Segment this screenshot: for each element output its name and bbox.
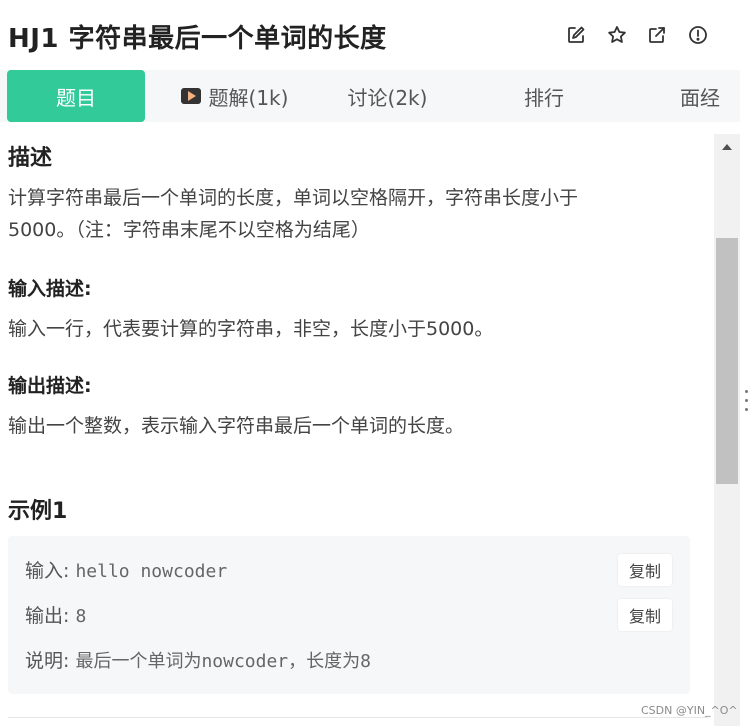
example-output-row: 输出: 8 — [25, 601, 86, 628]
problem-header: HJ1 字符串最后一个单词的长度 — [0, 0, 740, 70]
example-output-label: 输出: — [25, 605, 70, 627]
star-icon[interactable] — [606, 24, 628, 46]
video-icon — [180, 88, 201, 104]
example-explain-value: 最后一个单词为nowcoder，长度为8 — [75, 651, 371, 672]
panel-resize-handle[interactable] — [744, 390, 750, 416]
tab-interview[interactable]: 面经 — [668, 70, 732, 122]
tab-solutions[interactable]: 题解(1k) — [172, 70, 297, 122]
example-box: 输入: hello nowcoder 复制 输出: 8 复制 说明: 最后一个单… — [8, 536, 690, 694]
copy-output-button[interactable]: 复制 — [618, 599, 672, 631]
input-description-heading: 输入描述: — [8, 278, 92, 300]
external-link-icon[interactable] — [646, 24, 668, 46]
edit-icon[interactable] — [565, 24, 587, 46]
input-description-text: 输入一行，代表要计算的字符串，非空，长度小于5000。 — [8, 318, 494, 340]
description-heading: 描述 — [8, 146, 53, 171]
copy-input-button[interactable]: 复制 — [618, 554, 672, 586]
scroll-thumb[interactable] — [716, 238, 738, 484]
output-description-text: 输出一个整数，表示输入字符串最后一个单词的长度。 — [8, 415, 465, 437]
tab-discussion[interactable]: 讨论(2k) — [340, 70, 435, 122]
example-output-value: 8 — [75, 606, 87, 627]
watermark: CSDN @YIN_^O^ — [641, 704, 738, 717]
info-icon[interactable] — [687, 24, 709, 46]
tab-problem[interactable]: 题目 — [7, 70, 145, 122]
tab-solutions-label: 题解(1k) — [208, 85, 289, 110]
tab-ranking[interactable]: 排行 — [512, 70, 576, 122]
output-description-heading: 输出描述: — [8, 375, 92, 397]
example-heading: 示例1 — [8, 499, 68, 524]
description-line-2: 5000。（注：字符串末尾不以空格为结尾） — [8, 219, 370, 241]
tab-bar: 题目 题解(1k) 讨论(2k) 排行 面经 — [0, 70, 740, 122]
description-line-1: 计算字符串最后一个单词的长度，单词以空格隔开，字符串长度小于 — [8, 187, 579, 209]
example-explain-label: 说明: — [25, 650, 70, 672]
example-explain-row: 说明: 最后一个单词为nowcoder，长度为8 — [25, 646, 371, 673]
page-title: HJ1 字符串最后一个单词的长度 — [8, 24, 387, 54]
example-input-label: 输入: — [25, 560, 70, 582]
vertical-scrollbar[interactable] — [714, 134, 740, 726]
example-input-row: 输入: hello nowcoder — [25, 556, 227, 583]
scroll-up-arrow-icon[interactable] — [714, 134, 740, 160]
divider — [8, 717, 708, 718]
problem-content: 描述 计算字符串最后一个单词的长度，单词以空格隔开，字符串长度小于 5000。（… — [0, 122, 712, 726]
example-input-value: hello nowcoder — [75, 561, 228, 582]
